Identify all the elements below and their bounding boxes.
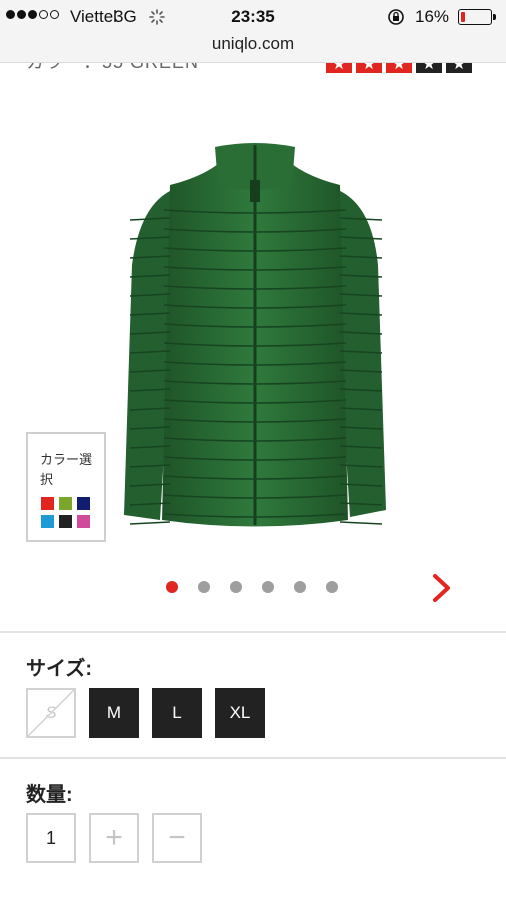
color-selector-label: カラー選択 xyxy=(40,452,93,487)
chevron-right-icon[interactable] xyxy=(430,572,454,604)
gallery-page-dot[interactable] xyxy=(166,581,178,593)
gallery-page-dot[interactable] xyxy=(198,581,210,593)
color-selector[interactable]: カラー選択 xyxy=(26,432,106,542)
gallery-page-dot[interactable] xyxy=(294,581,306,593)
color-swatch[interactable] xyxy=(41,515,54,528)
divider xyxy=(0,631,506,633)
gallery-page-dot[interactable] xyxy=(230,581,242,593)
color-swatch[interactable] xyxy=(59,515,72,528)
size-option-label: M xyxy=(106,703,122,722)
gallery-pagination xyxy=(166,581,338,593)
size-option-xl[interactable]: XL xyxy=(215,688,265,738)
quantity-minus-button[interactable]: − xyxy=(152,813,202,863)
size-option-s[interactable]: S xyxy=(26,688,76,738)
divider xyxy=(0,757,506,759)
size-option-m[interactable]: M xyxy=(89,688,139,738)
size-option-label: XL xyxy=(229,703,251,722)
quantity-label: 数量: xyxy=(26,784,73,806)
color-swatches xyxy=(41,497,95,528)
battery-tip xyxy=(493,14,496,20)
product-image-jacket[interactable] xyxy=(110,135,400,535)
quantity-value[interactable]: 1 xyxy=(26,813,76,863)
color-swatch[interactable] xyxy=(59,497,72,510)
browser-top-bar: Viettel 3G 23:35 16% uniqlo.com xyxy=(0,0,506,63)
status-bar: Viettel 3G 23:35 16% xyxy=(0,0,506,34)
unavailable-slash-icon xyxy=(28,690,74,736)
battery-icon xyxy=(458,9,492,25)
battery-level-fill xyxy=(461,12,466,22)
address-bar-url[interactable]: uniqlo.com xyxy=(0,34,506,54)
battery-percent: 16% xyxy=(415,7,450,26)
color-swatch[interactable] xyxy=(41,497,54,510)
size-option-l[interactable]: L xyxy=(152,688,202,738)
size-label: サイズ: xyxy=(26,658,93,680)
color-swatch[interactable] xyxy=(77,497,90,510)
quantity-plus-button[interactable]: + xyxy=(89,813,139,863)
size-option-label: L xyxy=(172,703,182,722)
rotation-lock-icon xyxy=(388,9,404,25)
gallery-page-dot[interactable] xyxy=(326,581,338,593)
color-swatch[interactable] xyxy=(77,515,90,528)
gallery-page-dot[interactable] xyxy=(262,581,274,593)
